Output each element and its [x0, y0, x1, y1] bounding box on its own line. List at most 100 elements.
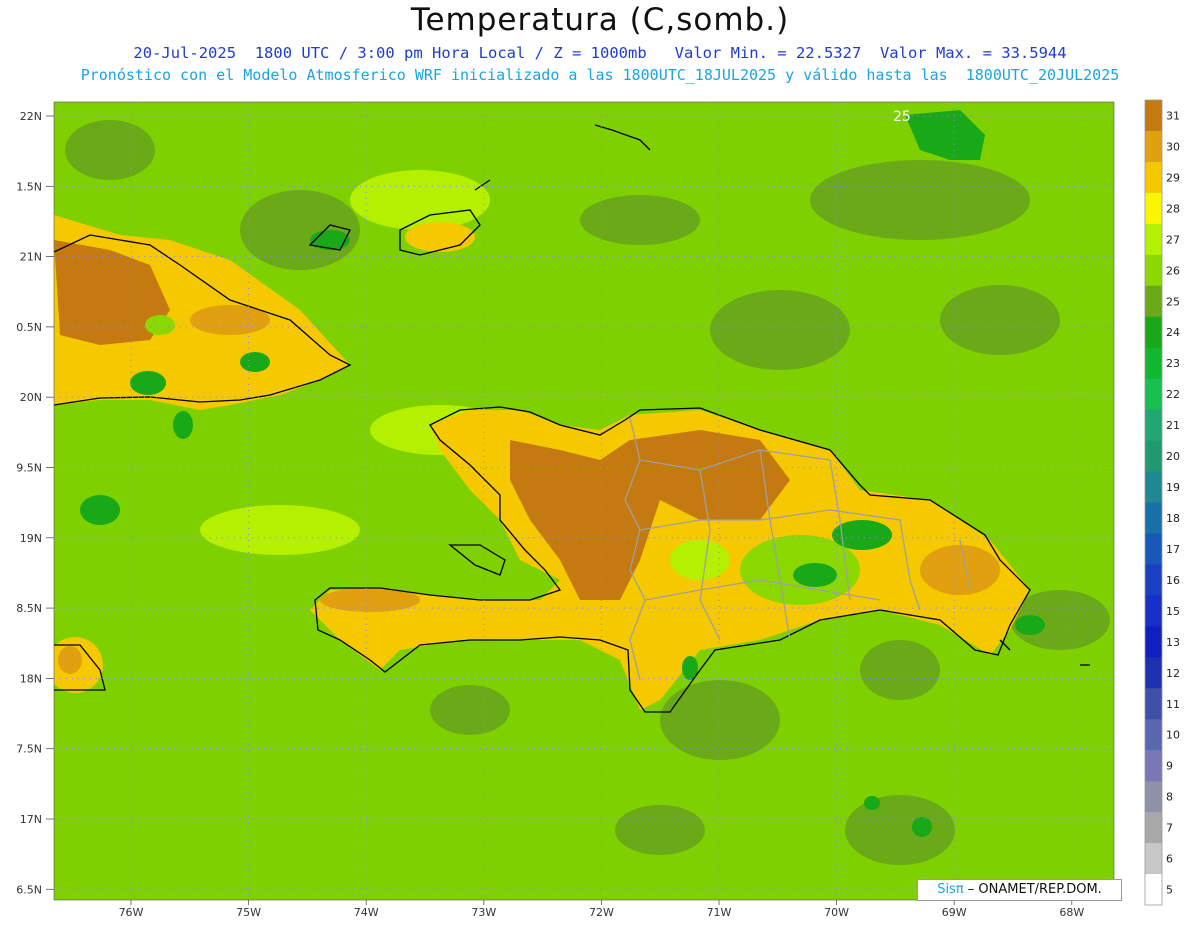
colorbar-swatch: [1145, 440, 1162, 473]
longitude-label: 68W: [1059, 906, 1084, 919]
colorbar-label: 9: [1166, 760, 1173, 773]
longitude-label: 76W: [119, 906, 144, 919]
cool-patch: [940, 285, 1060, 355]
colorbar-label: 6: [1166, 853, 1173, 866]
cool-spot: [80, 495, 120, 525]
colorbar-label: 10: [1166, 729, 1180, 742]
longitude-label: 71W: [707, 906, 732, 919]
longitude-label: 69W: [942, 906, 967, 919]
cool-spot: [240, 352, 270, 372]
colorbar-swatch: [1145, 223, 1162, 256]
colorbar-swatch: [1145, 719, 1162, 751]
cool-patch: [845, 795, 955, 865]
cool-spot: [1015, 615, 1045, 635]
colorbar-label: 29: [1166, 171, 1180, 184]
credit-box: Sisπ – ONAMET/REP.DOM.: [917, 879, 1122, 901]
colorbar-swatch: [1145, 533, 1162, 565]
credit-org: – ONAMET/REP.DOM.: [963, 882, 1102, 897]
colorbar-label: 23: [1166, 357, 1180, 370]
cool-patch: [65, 120, 155, 180]
colorbar-swatch: [1145, 874, 1162, 906]
colorbar-label: 13: [1166, 636, 1180, 649]
contour-label: 25: [893, 109, 911, 125]
cool-spot: [912, 817, 932, 837]
latitude-label: 1.5N: [16, 180, 42, 193]
colorbar-swatch: [1145, 100, 1162, 132]
colorbar-swatch: [1145, 130, 1162, 163]
colorbar-swatch: [1145, 409, 1162, 442]
colorbar-label: 11: [1166, 698, 1180, 711]
cooler-interior: [670, 540, 730, 580]
colorbar-swatch: [1145, 316, 1162, 349]
colorbar-label: 18: [1166, 512, 1180, 525]
colorbar-label: 17: [1166, 543, 1180, 556]
cool-patch: [430, 685, 510, 735]
colorbar-swatch: [1145, 595, 1162, 627]
cool-patch: [580, 195, 700, 245]
warm-band: [350, 170, 490, 230]
warm-band: [200, 505, 360, 555]
latitude-label: 17N: [20, 813, 42, 826]
colorbar-label: 20: [1166, 450, 1180, 463]
cool-spot: [864, 796, 880, 810]
colorbar-label: 16: [1166, 574, 1180, 587]
colorbar-label: 30: [1166, 140, 1180, 153]
latitude-label: 22N: [20, 110, 42, 123]
latitude-label: 20N: [20, 391, 42, 404]
colorbar-label: 26: [1166, 264, 1180, 277]
colorbar-swatch: [1145, 471, 1162, 503]
colorbar-swatch: [1145, 254, 1162, 287]
latitude-labels: 22N 1.5N 21N 0.5N 20N 9.5N 19N 8.5N 18N 7.5N 17N 6.…: [16, 110, 54, 896]
latitude-label: 6.5N: [16, 883, 42, 896]
latitude-label: 0.5N: [16, 321, 42, 334]
colorbar-label: 27: [1166, 233, 1180, 246]
jamaica-hot-field: [58, 646, 82, 674]
colorbar-label: 19: [1166, 481, 1180, 494]
hot-field: [920, 545, 1000, 595]
island-warm-field: [405, 222, 475, 252]
colorbar-swatch: [1145, 750, 1162, 782]
colorbar-swatch: [1145, 843, 1162, 875]
colorbar-label: 28: [1166, 202, 1180, 215]
colorbar-label: 5: [1166, 884, 1173, 897]
colorbar-swatch: [1145, 502, 1162, 534]
cool-patch: [710, 290, 850, 370]
colorbar-label: 12: [1166, 667, 1180, 680]
longitude-labels: 76W 75W 74W 73W 72W 71W 70W 69W 68W: [119, 900, 1084, 919]
cool-spot: [310, 230, 350, 250]
colorbar-swatch: [1145, 626, 1162, 658]
colorbar-label: 21: [1166, 419, 1180, 432]
longitude-label: 72W: [589, 906, 614, 919]
colorbar-label: 31: [1166, 109, 1180, 122]
colorbar-swatch: [1145, 564, 1162, 596]
longitude-label: 74W: [354, 906, 379, 919]
cool-patch: [660, 680, 780, 760]
longitude-label: 70W: [824, 906, 849, 919]
colorbar-swatch: [1145, 161, 1162, 194]
cool-patch: [810, 160, 1030, 240]
colorbar-label: 22: [1166, 388, 1180, 401]
cool-patch: [860, 640, 940, 700]
latitude-label: 8.5N: [16, 602, 42, 615]
colorbar-label: 25: [1166, 295, 1180, 308]
colorbar-swatch: [1145, 347, 1162, 380]
cool-patch: [615, 805, 705, 855]
colorbar-swatch: [1145, 192, 1162, 225]
colorbar-swatch: [1145, 781, 1162, 813]
colorbar-swatch: [1145, 657, 1162, 689]
longitude-label: 75W: [236, 906, 261, 919]
cool-spot: [793, 563, 837, 587]
latitude-label: 21N: [20, 251, 42, 264]
colorbar: 31 30 29 28 27 26 25 24 23 22 21 20 19 18 17 16 15 13 12 11…: [1144, 99, 1180, 906]
colorbar-label: 15: [1166, 605, 1180, 618]
cool-spot: [130, 371, 166, 395]
colorbar-label: 7: [1166, 822, 1173, 835]
colorbar-swatch: [1145, 285, 1162, 318]
longitude-label: 73W: [471, 906, 496, 919]
cool-patch: [240, 190, 360, 270]
latitude-label: 9.5N: [16, 462, 42, 475]
cool-spot: [145, 315, 175, 335]
latitude-label: 7.5N: [16, 743, 42, 756]
cool-spot: [173, 411, 193, 439]
credit-sis: Sisπ: [937, 882, 964, 897]
